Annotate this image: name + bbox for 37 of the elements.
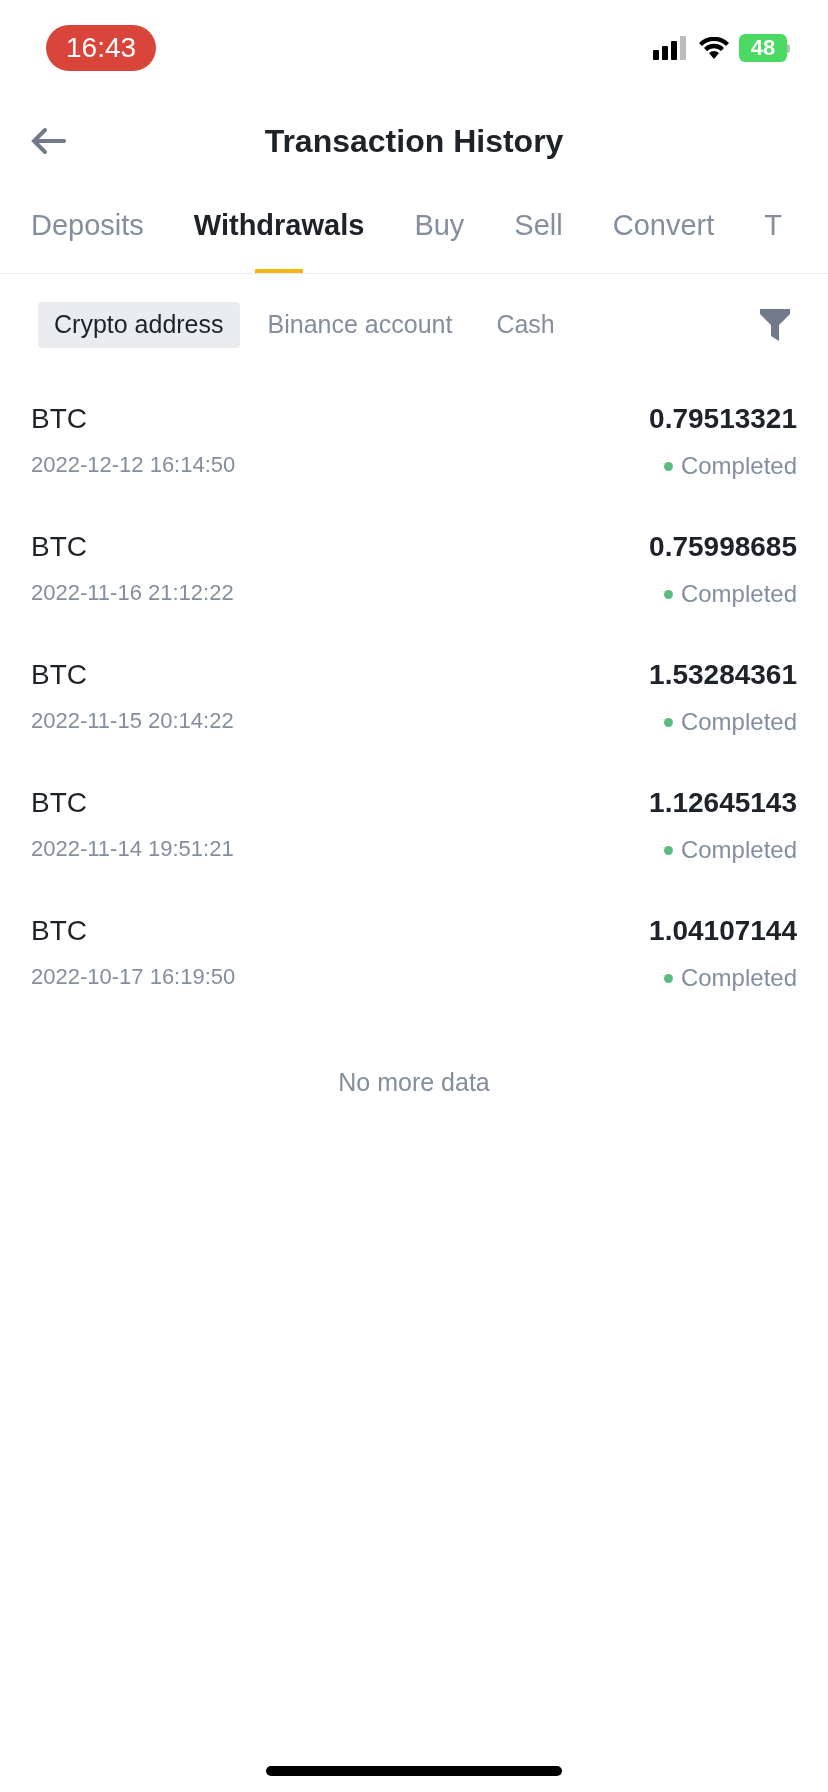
signal-icon	[653, 36, 689, 60]
page-title: Transaction History	[264, 122, 564, 161]
transaction-time: 2022-10-17 16:19:50	[31, 963, 236, 991]
status-label: Completed	[680, 579, 797, 609]
end-of-list-note: No more data	[337, 1067, 491, 1098]
filter-icon[interactable]	[760, 309, 790, 341]
tab[interactable]: T	[764, 203, 782, 273]
transaction-time: 2022-11-15 20:14:22	[31, 707, 234, 735]
coin-name: BTC	[31, 402, 88, 436]
status-label: Completed	[680, 963, 797, 993]
amount: 0.75998685	[649, 530, 797, 564]
transaction-time: 2022-11-14 19:51:21	[31, 835, 234, 863]
wifi-icon	[699, 37, 729, 59]
amount: 1.04107144	[649, 914, 797, 948]
tab[interactable]: Buy	[414, 203, 465, 273]
coin-name: BTC	[31, 914, 88, 948]
status-label: Completed	[680, 707, 797, 737]
back-arrow-icon[interactable]	[30, 127, 66, 155]
tab[interactable]: Deposits	[31, 203, 144, 273]
tab[interactable]: Sell	[514, 203, 563, 273]
tab[interactable]: Convert	[612, 203, 715, 273]
coin-name: BTC	[31, 530, 88, 564]
amount: 0.79513321	[649, 402, 797, 436]
amount: 1.53284361	[649, 658, 797, 692]
battery-icon: 48	[739, 34, 790, 62]
transaction-time: 2022-12-12 16:14:50	[31, 451, 236, 479]
status-label: Completed	[680, 451, 797, 481]
tab[interactable]: Withdrawals	[193, 203, 365, 273]
status-time: 16:43	[46, 25, 157, 71]
transaction-time: 2022-11-16 21:12:22	[31, 579, 234, 607]
amount: 1.12645143	[649, 786, 797, 820]
filter-chip[interactable]: Binance account	[251, 302, 469, 348]
status-label: Completed	[680, 835, 797, 865]
filter-chip[interactable]: Cash	[480, 302, 571, 348]
filter-chip[interactable]: Crypto address	[38, 302, 240, 348]
coin-name: BTC	[31, 786, 88, 820]
coin-name: BTC	[31, 658, 88, 692]
